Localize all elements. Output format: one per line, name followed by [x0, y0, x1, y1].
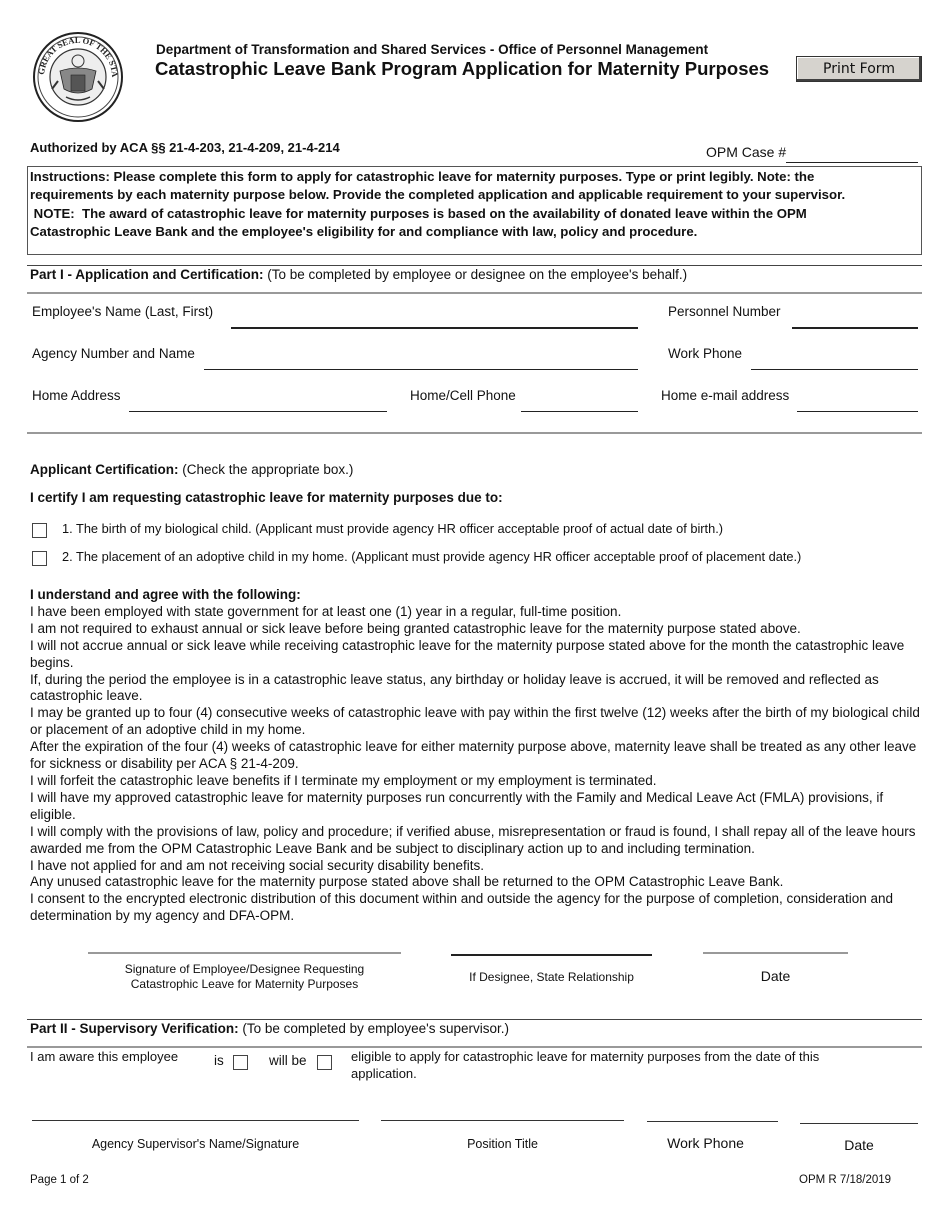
- form-id: OPM R 7/18/2019: [799, 1174, 892, 1186]
- agreement-item: I consent to the encrypted electronic di…: [30, 891, 894, 924]
- is-eligible-checkbox[interactable]: [233, 1055, 248, 1070]
- employee-name-field[interactable]: [231, 327, 638, 329]
- agreement-item: I will comply with the provisions of law…: [30, 823, 916, 856]
- designee-relationship-label: If Designee, State Relationship: [469, 970, 634, 984]
- agreement-item: After the expiration of the four (4) wee…: [30, 739, 917, 772]
- eligible-statement-line: eligible to apply for catastrophic leave…: [351, 1049, 820, 1064]
- supervisor-date-label: Date: [844, 1137, 874, 1153]
- agency-label: Agency Number and Name: [32, 346, 195, 361]
- applicant-certification-heading: Applicant Certification: (Check the appr…: [30, 462, 353, 477]
- agreement-heading: I understand and agree with the followin…: [30, 587, 301, 602]
- work-phone-label: Work Phone: [668, 346, 743, 361]
- agreement-item: I will have my approved catastrophic lea…: [30, 789, 884, 822]
- divider: [27, 432, 922, 434]
- employee-signature-label: Signature of Employee/Designee Requestin…: [88, 962, 401, 992]
- supervisor-work-phone-field[interactable]: [647, 1121, 778, 1122]
- eligible-statement-line: application.: [351, 1065, 417, 1081]
- department-name: Department of Transformation and Shared …: [156, 42, 709, 57]
- is-label: is: [214, 1053, 224, 1068]
- supervisor-date-field[interactable]: [800, 1123, 918, 1124]
- home-address-field[interactable]: [129, 411, 387, 412]
- agreement-item: I will forfeit the catastrophic leave be…: [30, 772, 657, 788]
- employee-date-label: Date: [760, 968, 791, 984]
- instructions-line: Catastrophic Leave Bank and the employee…: [30, 223, 698, 239]
- option-adoption-checkbox[interactable]: [32, 551, 47, 566]
- divider: [27, 1019, 922, 1020]
- arkansas-state-seal-icon: GREAT SEAL OF THE STATE OF ARKANSAS: [27, 23, 126, 123]
- home-address-label: Home Address: [32, 388, 121, 403]
- supervisor-name-signature-field[interactable]: [32, 1120, 359, 1121]
- position-title-label: Position Title: [467, 1137, 538, 1151]
- instructions-line: requirements by each maternity purpose b…: [30, 187, 846, 203]
- part1-heading-note: (To be completed by employee or designee…: [263, 267, 688, 282]
- agreement-item: I am not required to exhaust annual or s…: [30, 620, 801, 636]
- option-adoption-label: 2. The placement of an adoptive child in…: [62, 549, 802, 564]
- page-number: Page 1 of 2: [30, 1174, 89, 1186]
- instructions-box: Instructions: Please complete this form …: [27, 166, 922, 255]
- personnel-number-label: Personnel Number: [668, 304, 781, 319]
- work-phone-field[interactable]: [751, 369, 918, 370]
- agreement-item: I may be granted up to four (4) consecut…: [30, 705, 920, 738]
- agreement-item: I will not accrue annual or sick leave w…: [30, 637, 905, 670]
- print-form-button[interactable]: Print Form: [796, 56, 922, 82]
- part1-heading-title: Part I - Application and Certification:: [30, 267, 264, 282]
- home-email-label: Home e-mail address: [661, 388, 790, 403]
- option-birth-checkbox[interactable]: [32, 523, 47, 538]
- form-title: Catastrophic Leave Bank Program Applicat…: [155, 58, 770, 79]
- divider: [27, 265, 922, 266]
- designee-relationship-field[interactable]: [451, 954, 652, 956]
- home-cell-phone-label: Home/Cell Phone: [410, 388, 516, 403]
- applicant-certification-note: (Check the appropriate box.): [178, 462, 354, 477]
- employee-name-label: Employee's Name (Last, First): [32, 304, 214, 319]
- opm-case-field[interactable]: [786, 162, 918, 163]
- employee-signature-label-line: Signature of Employee/Designee Requestin…: [124, 962, 365, 976]
- supervisor-work-phone-label: Work Phone: [667, 1135, 744, 1151]
- applicant-certification-title: Applicant Certification:: [30, 462, 179, 477]
- part2-heading: Part II - Supervisory Verification: (To …: [30, 1021, 509, 1036]
- will-be-label: will be: [269, 1053, 307, 1068]
- supervisor-name-signature-label: Agency Supervisor's Name/Signature: [91, 1137, 300, 1151]
- employee-signature-label-line: Catastrophic Leave for Maternity Purpose…: [130, 977, 359, 991]
- agency-field[interactable]: [204, 369, 638, 370]
- agreement-item: I have not applied for and am not receiv…: [30, 857, 484, 873]
- divider: [27, 292, 922, 294]
- agreement-item: Any unused catastrophic leave for the ma…: [30, 874, 784, 890]
- aware-statement: I am aware this employee: [30, 1049, 179, 1064]
- eligible-statement: eligible to apply for catastrophic leave…: [351, 1049, 819, 1082]
- personnel-number-field[interactable]: [792, 327, 918, 329]
- part2-heading-title: Part II - Supervisory Verification:: [30, 1021, 239, 1036]
- authorization-text: Authorized by ACA §§ 21-4-203, 21-4-209,…: [30, 140, 340, 155]
- employee-signature-field[interactable]: [88, 952, 401, 954]
- home-email-field[interactable]: [797, 411, 918, 412]
- part2-heading-note: (To be completed by employee's superviso…: [238, 1021, 510, 1036]
- instructions-line: Instructions: Please complete this form …: [30, 169, 815, 184]
- home-cell-phone-field[interactable]: [521, 411, 638, 412]
- agreement-section: I understand and agree with the followin…: [30, 587, 925, 925]
- agreement-item: I have been employed with state governme…: [30, 603, 622, 619]
- divider: [27, 1046, 922, 1048]
- part1-heading: Part I - Application and Certification: …: [30, 267, 687, 282]
- position-title-field[interactable]: [381, 1120, 624, 1121]
- certify-statement: I certify I am requesting catastrophic l…: [30, 490, 503, 505]
- will-be-eligible-checkbox[interactable]: [317, 1055, 332, 1070]
- opm-case-label: OPM Case #: [706, 144, 787, 160]
- employee-date-field[interactable]: [703, 952, 848, 954]
- agreement-item: If, during the period the employee is in…: [30, 671, 879, 704]
- instructions-line: NOTE: The award of catastrophic leave fo…: [30, 205, 807, 221]
- option-birth-label: 1. The birth of my biological child. (Ap…: [62, 521, 724, 536]
